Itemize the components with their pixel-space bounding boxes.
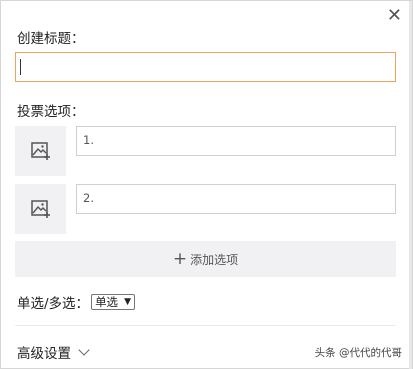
vote-dialog: ✕ 创建标题： 投票选项： 1. 2. + 添加选项 单选/多选： 单选 ▼ 高… [0,0,413,369]
scrollbar[interactable] [409,1,412,369]
mode-row: 单选/多选： 单选 ▼ [17,292,135,312]
chevron-down-icon [78,344,90,356]
mode-selected-value: 单选 [95,295,119,309]
add-image-icon[interactable] [15,184,66,234]
advanced-settings-toggle[interactable]: 高级设置 [17,342,90,362]
option-row-1: 1. [15,126,396,176]
add-option-label: 添加选项 [190,252,239,267]
mode-select[interactable]: 单选 ▼ [91,294,135,310]
title-label: 创建标题： [17,31,85,47]
divider [15,325,396,326]
plus-icon: + [172,248,188,269]
add-image-icon[interactable] [15,126,66,176]
option-row-2: 2. [15,184,396,234]
close-icon[interactable]: ✕ [387,7,402,25]
text-caret [20,59,21,75]
watermark: 头条 @代代的代哥 [314,347,402,359]
dropdown-arrow-icon: ▼ [124,297,131,307]
advanced-settings-label: 高级设置 [17,346,71,362]
add-option-button[interactable]: + 添加选项 [15,241,396,277]
options-label: 投票选项： [17,104,85,120]
mode-label: 单选/多选： [17,296,90,312]
option-input-1[interactable]: 1. [76,126,396,156]
option-input-2[interactable]: 2. [76,184,396,214]
title-input[interactable] [15,52,396,82]
